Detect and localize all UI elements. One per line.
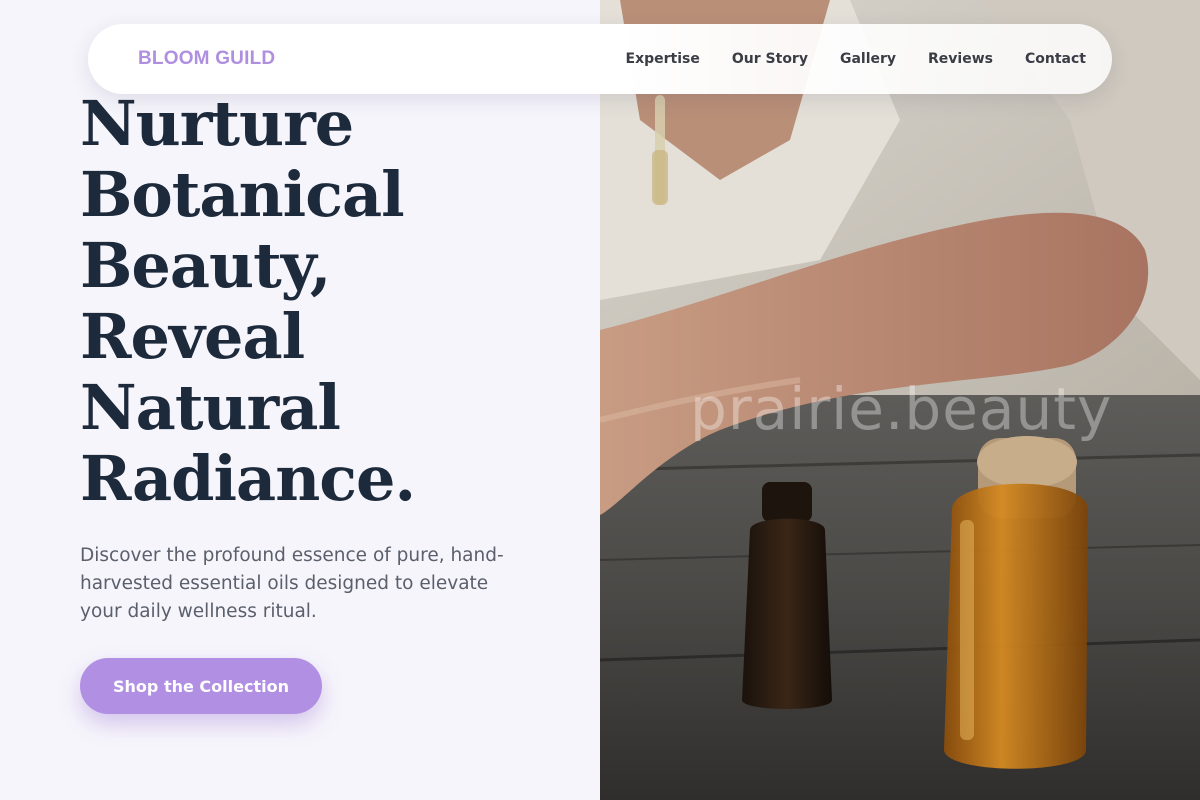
hero-headline: Nurture Botanical Beauty, Reveal Natural…: [80, 88, 580, 514]
brand-logo[interactable]: BLOOM GUILD: [138, 48, 275, 70]
nav-item-reviews[interactable]: Reviews: [928, 51, 993, 67]
nav-item-our-story[interactable]: Our Story: [732, 51, 808, 67]
headline-line: Beauty,: [80, 229, 331, 302]
shop-collection-button[interactable]: Shop the Collection: [80, 658, 322, 714]
headline-line: Botanical: [80, 158, 405, 231]
headline-line: Nurture: [80, 87, 354, 160]
top-navbar: BLOOM GUILD Expertise Our Story Gallery …: [88, 24, 1112, 94]
nav-item-gallery[interactable]: Gallery: [840, 51, 896, 67]
hero-photo: prairie.beauty: [600, 0, 1200, 800]
headline-line: Reveal: [80, 300, 305, 373]
nav-item-contact[interactable]: Contact: [1025, 51, 1086, 67]
headline-line: Radiance.: [80, 442, 416, 515]
hero-subtext: Discover the profound essence of pure, h…: [80, 545, 504, 622]
headline-line: Natural: [80, 371, 341, 444]
nav-links: Expertise Our Story Gallery Reviews Cont…: [626, 51, 1086, 67]
nav-item-expertise[interactable]: Expertise: [626, 51, 700, 67]
photo-watermark: prairie.beauty: [690, 375, 1113, 443]
